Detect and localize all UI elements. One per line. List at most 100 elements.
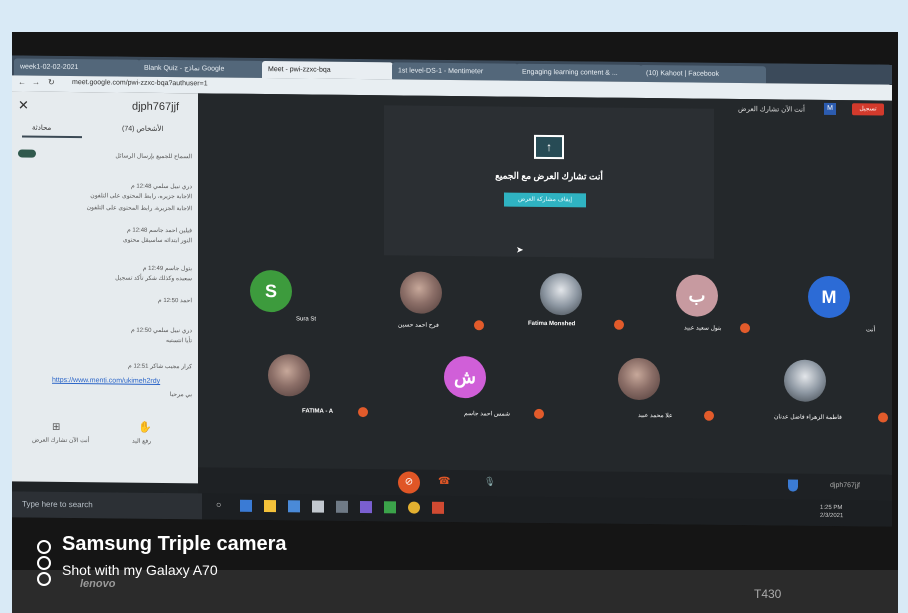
meeting-stage: أنت الآن تشارك العرض M تسجيل ↑ أنت تشارك… <box>198 93 892 491</box>
muted-mic-icon <box>878 412 888 423</box>
store-icon[interactable] <box>288 500 300 513</box>
chat-sender: احمد 12:50 م <box>157 297 192 305</box>
taskbar-search[interactable]: Type here to search <box>12 491 202 520</box>
browser-tab[interactable]: 1st level-DS-1 - Mentimeter <box>392 62 518 81</box>
forward-icon[interactable]: → <box>32 78 40 87</box>
participant-name: بتول سعيد عبيد <box>684 325 722 332</box>
reload-icon[interactable]: ↻ <box>48 78 55 87</box>
edge-icon[interactable] <box>240 499 252 512</box>
allow-messages-label: السماح للجميع بإرسال الرسائل <box>115 153 192 161</box>
participant-avatar: S <box>250 269 292 313</box>
taskbar-clock[interactable]: 1:25 PM 2/3/2021 <box>820 504 843 520</box>
participant-tile[interactable]: ب بتول سعيد عبيد <box>664 274 794 349</box>
app-icon[interactable] <box>312 500 324 513</box>
chrome-icon[interactable] <box>408 501 420 514</box>
muted-mic-icon <box>358 407 368 418</box>
self-avatar-badge: M <box>824 102 836 116</box>
app-icon[interactable] <box>384 501 396 514</box>
app-icon[interactable] <box>432 501 444 514</box>
participant-name: علا محمد عبيد <box>638 412 673 420</box>
chat-message: الاجابة الجزيرة، رابط المحتوى على التلفو… <box>86 205 192 213</box>
presenting-message: أنت تشارك العرض مع الجميع <box>495 170 603 182</box>
close-icon[interactable]: ✕ <box>18 97 29 113</box>
participant-tile[interactable]: علا محمد عبيد <box>608 357 738 433</box>
participant-name: Sura St <box>296 316 317 323</box>
participant-avatar: ب <box>676 274 718 317</box>
participant-tile-self[interactable]: M أنت <box>796 275 892 351</box>
participant-name: شمس احمد جاسم <box>464 411 511 418</box>
url-text[interactable]: meet.google.com/pwi-zzxc-bqa?authuser=1 <box>72 79 208 87</box>
meet-sidebar: ✕ djph767jjf (74) الأشخاص محادثة السماح … <box>12 91 198 484</box>
participant-tile[interactable]: Fatima Monshed <box>528 272 658 348</box>
present-icon[interactable]: ⊞ <box>52 422 60 433</box>
participant-name: Fatima Monshed <box>528 320 576 328</box>
participant-tile[interactable]: S Sura St <box>238 269 368 345</box>
chat-sender: دري نبيل سلمي 12:48 م <box>131 183 192 191</box>
raise-hand-icon[interactable]: ✋ <box>138 421 152 434</box>
browser-tab[interactable]: Blank Quiz - نماذج Google <box>138 59 264 79</box>
participant-name: فاطمة الزهراء فاضل عدنان <box>774 414 842 422</box>
camera-watermark-title: Samsung Triple camera <box>62 533 287 555</box>
muted-mic-icon <box>740 323 750 334</box>
participant-name: فرح احمد حسين <box>398 322 439 329</box>
muted-mic-icon <box>474 320 484 331</box>
participant-photo <box>784 359 826 402</box>
tab-chat[interactable]: محادثة <box>32 124 51 132</box>
chat-sender: كرار مجيب شاكر 12:51 م <box>128 363 192 371</box>
participant-avatar: M <box>808 275 850 319</box>
participant-tile[interactable]: FATIMA - A <box>258 354 388 429</box>
record-button[interactable]: تسجيل <box>852 103 884 116</box>
model-label: T430 <box>754 587 782 601</box>
participant-avatar: ش <box>444 355 486 399</box>
browser-tab-meet[interactable]: Meet - pwi-zzxc-bqa <box>262 61 393 80</box>
participant-photo <box>400 271 442 314</box>
chat-message: سعيده وكذلك شكر تأكد تسجيل <box>115 275 192 283</box>
tab-people[interactable]: (74) الأشخاص <box>122 125 163 133</box>
participant-photo <box>268 354 310 397</box>
file-explorer-icon[interactable] <box>264 500 276 513</box>
presentation-panel: ↑ أنت تشارك العرض مع الجميع إيقاف مشاركة… <box>384 105 714 259</box>
browser-tab[interactable]: Engaging learning content & ... <box>516 63 642 82</box>
participant-tile[interactable]: ش شمس احمد جاسم <box>438 355 568 431</box>
chat-link[interactable]: https://www.menti.com/ukimeh2rdy <box>52 377 160 385</box>
participant-photo <box>618 357 660 401</box>
mic-icon[interactable]: 🎙 <box>484 476 495 487</box>
meeting-code: djph767jjf <box>132 100 180 114</box>
presenting-label: أنت الآن تشارك العرض <box>738 105 805 114</box>
hang-up-icon[interactable]: ☎ <box>438 476 450 487</box>
raise-hand-label: رفع اليد <box>132 438 152 445</box>
share-screen-icon: ↑ <box>534 134 564 160</box>
cursor-icon: ➤ <box>516 244 524 255</box>
chat-sender: فيلين احمد جاسم 12:48 م <box>126 227 192 235</box>
present-label: أنت الآن تشارك العرض <box>32 437 90 445</box>
participant-photo <box>540 272 582 316</box>
chat-message: بي مرحبا <box>169 392 192 399</box>
stop-presenting-button[interactable]: إيقاف مشاركة العرض <box>504 192 586 208</box>
chat-message: النور ابتدائه ساسيقل محتوى <box>122 237 192 245</box>
muted-mic-icon <box>614 319 624 330</box>
muted-mic-icon <box>534 408 544 419</box>
chat-message: تأيا انتستيه <box>165 338 192 345</box>
photo-background: week1-02-02-2021 Blank Quiz - نماذج Goog… <box>0 0 908 613</box>
chat-message: الاجابة جزيره، رابط المحتوى على التلفون <box>90 193 192 201</box>
camera-lens-icon <box>34 539 54 587</box>
browser-tab[interactable]: week1-02-02-2021 <box>14 58 140 77</box>
participant-tile[interactable]: فاطمة الزهراء فاضل عدنان <box>764 359 892 434</box>
visual-studio-icon[interactable] <box>360 501 372 514</box>
browser-tab[interactable]: (10) Kahoot | Facebook <box>640 64 766 84</box>
participant-name: FATIMA - A <box>302 408 334 415</box>
tab-indicator <box>22 135 82 139</box>
participant-tile[interactable]: فرح احمد حسين <box>388 271 518 346</box>
brand-logo: lenovo <box>80 578 116 590</box>
shield-icon[interactable] <box>788 479 798 492</box>
cortana-icon[interactable]: ○ <box>216 500 228 512</box>
camera-off-icon[interactable]: ⊘ <box>398 471 420 494</box>
back-icon[interactable]: ← <box>18 77 26 86</box>
clock-date: 2/3/2021 <box>820 512 844 520</box>
app-icon[interactable] <box>336 500 348 513</box>
meeting-code-footer[interactable]: djph767jjf <box>830 482 860 489</box>
chat-sender: بتول جاسم 12:49 م <box>142 265 192 273</box>
laptop-screen: week1-02-02-2021 Blank Quiz - نماذج Goog… <box>12 55 892 527</box>
clock-time: 1:25 PM <box>820 504 843 512</box>
chat-sender: دري نبيل سلمي 12:50 م <box>131 327 192 335</box>
